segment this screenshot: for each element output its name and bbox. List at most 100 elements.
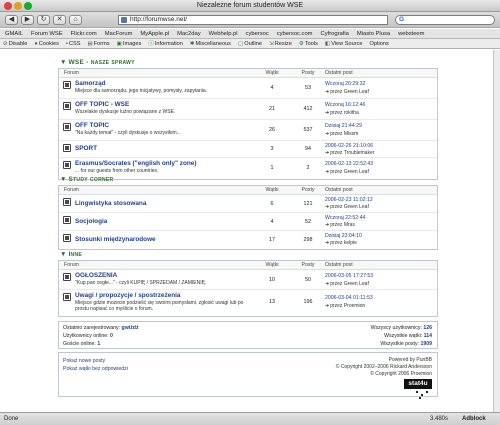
dev-menu-resize[interactable]: ⇲Resize [269,39,292,48]
last-registered-user-link[interactable]: gwiżdż [122,325,139,331]
last-post-author: przez Troublemaker [330,150,375,156]
last-post-link[interactable]: Wczoraj 20:29:32 [325,81,365,87]
forum-status-icon [63,234,71,242]
last-post-link[interactable]: 2006-02-13 22:52:43 [325,161,373,167]
bookmark-websteem[interactable]: websteem [398,29,424,38]
last-post-link[interactable]: 2006-02-23 11:02:12 [325,197,373,203]
table-header: Forum Wątki Posty Ostatni post [59,186,437,195]
reload-button[interactable]: ↻ [37,15,50,25]
category-title: ▼ Study corner [58,175,438,185]
bookmark-forum-wse[interactable]: Forum WSE [31,29,63,38]
stat4u-badge[interactable]: stat4u [404,379,432,389]
board-stats: Ostatnio zarejestrowany: gwiżdż Użytkown… [58,321,438,349]
dev-menu-images[interactable]: ▣Images [117,39,142,48]
last-post-link[interactable]: 2006-03-04 01:11:53 [325,295,373,301]
bookmark-cybersoc-com[interactable]: cybersoc.com [277,29,313,38]
resize-icon: ⇲ [269,41,274,47]
arrow-right-icon: ➜ [325,131,330,137]
forum-link[interactable]: Stosunki międzynarodowe [75,236,156,243]
dev-menu-label: Tools [304,41,318,47]
powered-by-link[interactable]: Powered by PunBB [389,357,432,363]
stop-button[interactable]: ✕ [53,15,66,25]
dev-menu-label: Disable [8,41,28,47]
category-arrow-icon: ▼ [60,251,67,258]
bookmark-cyfrografia[interactable]: Cyfrografia [321,29,349,38]
dev-menu-cookies[interactable]: ●Cookies [34,39,59,48]
bookmark-mac2day[interactable]: Mac2day [177,29,201,38]
home-button[interactable]: ⌂ [69,15,82,25]
window-titlebar: Niezależne forum studentów WSE [0,0,500,12]
bookmark-myapple[interactable]: MyApple.pl [140,29,169,38]
tools-icon: ⚙ [298,41,304,47]
topic-count: 3 [270,146,274,152]
category-title-text: Study corner [68,176,114,183]
category-title: ▼ WSE - nasze sprawy [58,58,438,68]
back-button[interactable]: ◀ [5,15,18,25]
adblock-button[interactable]: Adblock [462,413,486,425]
address-bar[interactable]: http://forumwse.net/ [118,15,388,25]
forum-link[interactable]: Lingwistyka stosowana [75,200,146,207]
last-post-author: przez Green Leaf [330,281,369,287]
bookmark-miasto-plusa[interactable]: Miasto Plusa [357,29,390,38]
column-header-posts: Posty [301,262,315,268]
bookmark-flickr[interactable]: Flickr.com [71,29,97,38]
forum-row: OFF TOPIC - WSE Wszelakie dyskusje luźno… [59,99,437,120]
total-users-count: 126 [423,325,432,331]
column-header-topics: Wątki [265,187,279,193]
forum-link[interactable]: OFF TOPIC [75,122,109,129]
show-new-posts-link[interactable]: Pokaż nowe posty [63,358,105,364]
dev-menu-view-source[interactable]: ◧View Source [325,39,363,48]
dev-menu-disable[interactable]: ⊘Disable [3,39,27,48]
vertical-scrollbar[interactable] [493,50,500,412]
dev-menu-information[interactable]: ⓘInformation [148,39,183,48]
forum-link[interactable]: Uwagi / propozycje / spostrzeżenia [75,292,180,299]
dev-menu-label: Miscellaneous [195,41,231,47]
forum-description: Wszelakie dyskusje luźno powiązane z WSE… [75,109,176,115]
dev-menu-label: View Source [331,41,363,47]
bookmark-macforum[interactable]: MacForum [105,29,133,38]
category-title: ▼ Inne [58,250,438,260]
stat-label: Wszyscy użytkownicy: [370,325,422,331]
last-post-author: przez rokitha [330,110,359,116]
forum-link[interactable]: OFF TOPIC - WSE [75,101,129,108]
show-unanswered-link[interactable]: Pokaż wątki bez odpowiedzi [63,366,128,372]
bookmark-webhelp[interactable]: Webhelp.pl [209,29,238,38]
last-post-link[interactable]: Wczoraj 22:52:44 [325,215,365,221]
forum-status-icon [63,81,71,89]
stat-label: Wszystkie wątki: [384,333,423,339]
dev-menu-options[interactable]: Options [370,39,389,48]
last-post-link[interactable]: Dzisiaj 23:04:10 [325,233,362,239]
forward-button[interactable]: ▶ [21,15,34,25]
forum-row: Stosunki międzynarodowe 17 298 Dzisiaj 2… [59,231,437,249]
search-input[interactable]: G [395,15,495,25]
post-count: 298 [303,237,313,243]
status-bar: Done 3.480s Adblock [0,412,500,425]
forum-link[interactable]: Socjologia [75,218,107,225]
last-post-link[interactable]: Dzisiaj 21:44:29 [325,123,362,129]
category-study-corner: ▼ Study corner Forum Wątki Posty Ostatni … [58,175,438,250]
topic-count: 10 [269,277,275,283]
bookmark-gmail[interactable]: GMAIL [5,29,23,38]
topic-count: 21 [269,106,275,112]
forum-status-icon [63,161,71,169]
last-post-link[interactable]: 2006-03-05 17:27:53 [325,273,373,279]
forum-link[interactable]: Erasmus/Socrates ("english only" zone) [75,160,196,167]
last-post-link[interactable]: Wczoraj 16:12:46 [325,102,365,108]
last-post-link[interactable]: 2006-02-26 21:10:06 [325,143,373,149]
forum-status-icon [63,123,71,131]
last-post-author: przez Missm [330,131,359,137]
dev-menu-css[interactable]: ▪CSS [66,39,81,48]
dev-menu-outline[interactable]: ▢Outline [238,39,262,48]
last-post-author: przez Green Leaf [330,89,369,95]
dev-menu-miscellaneous[interactable]: ✱Miscellaneous [190,39,231,48]
dev-menu-forms[interactable]: ▤Forms [87,39,109,48]
forum-link[interactable]: SPORT [75,145,97,152]
dev-menu-tools[interactable]: ⚙Tools [299,39,318,48]
forum-link[interactable]: OGŁOSZENIA [75,272,117,279]
forum-description: ... for our guests from other countries. [75,168,159,174]
arrow-right-icon: ➜ [325,204,330,210]
forum-table: Forum Wątki Posty Ostatni post Samorząd … [58,68,438,180]
forum-link[interactable]: Samorząd [75,80,106,87]
category-title-text: Inne [68,251,82,258]
bookmark-cybersoc[interactable]: cybersoc [246,29,269,38]
